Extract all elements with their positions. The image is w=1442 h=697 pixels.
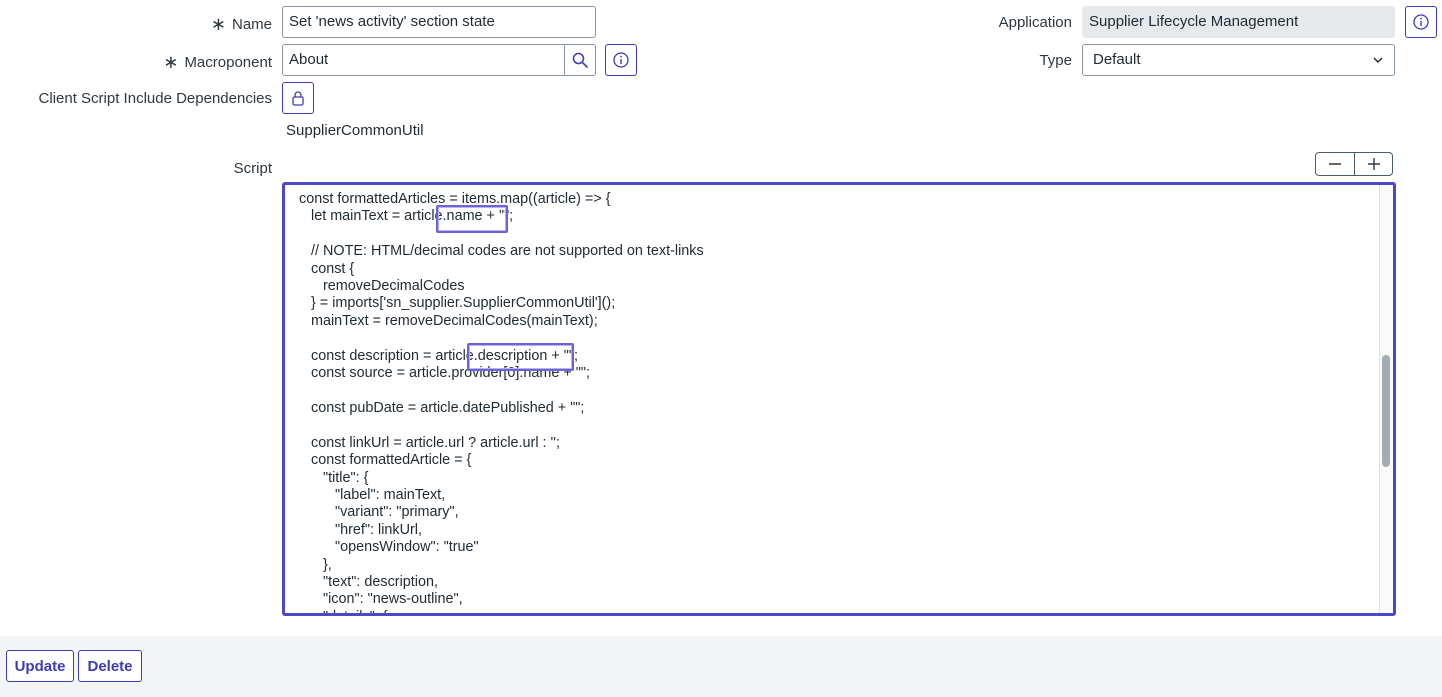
highlight-name-expression	[436, 205, 508, 233]
code-line: const linkUrl = article.url ? article.ur…	[299, 434, 561, 451]
application-info-button[interactable]	[1405, 6, 1437, 38]
code-line: "title": {	[299, 469, 369, 486]
type-selected-value: Default	[1093, 51, 1141, 68]
zoom-out-button[interactable]	[1316, 153, 1354, 175]
code-line: "href": linkUrl,	[299, 521, 422, 538]
macroponent-search-button[interactable]	[564, 44, 596, 76]
type-label: Type	[1039, 52, 1072, 69]
required-marker: ∗	[210, 14, 226, 34]
search-icon	[572, 52, 588, 68]
code-line: } = imports['sn_supplier.SupplierCommonU…	[299, 295, 616, 312]
lock-icon	[292, 91, 304, 106]
dependency-item: SupplierCommonUtil	[286, 122, 424, 139]
code-line: // NOTE: HTML/decimal codes are not supp…	[299, 243, 704, 260]
application-label: Application	[998, 14, 1072, 31]
code-line: const pubDate = article.datePublished + …	[299, 399, 585, 416]
required-marker: ∗	[163, 52, 179, 72]
info-icon	[613, 52, 629, 68]
plus-icon	[1367, 158, 1380, 170]
editor-zoom-controls	[1315, 152, 1393, 176]
dependencies-label: Client Script Include Dependencies	[38, 90, 272, 107]
type-select[interactable]: Default	[1082, 44, 1395, 76]
code-line: const formattedArticle = {	[299, 452, 472, 469]
code-line: },	[299, 556, 332, 573]
minus-icon	[1329, 163, 1341, 165]
code-line: const {	[299, 260, 355, 277]
editor-scrollbar-thumb[interactable]	[1382, 355, 1390, 467]
chevron-down-icon	[1373, 57, 1383, 63]
macroponent-label: ∗ Macroponent	[163, 52, 272, 72]
code-line: "icon": "news-outline",	[299, 591, 463, 608]
application-field: Supplier Lifecycle Management	[1082, 6, 1395, 38]
code-line: mainText = removeDecimalCodes(mainText);	[299, 312, 598, 329]
highlight-description-expression	[467, 343, 574, 371]
script-code[interactable]: const formattedArticles = items.map((art…	[299, 191, 704, 613]
editor-scrollbar[interactable]	[1379, 185, 1393, 613]
code-line: "details": {	[299, 609, 704, 613]
update-button[interactable]: Update	[6, 650, 74, 682]
info-icon	[1413, 14, 1429, 30]
code-line: "text": description,	[299, 573, 438, 590]
script-label: Script	[233, 160, 272, 177]
code-line: removeDecimalCodes	[299, 278, 465, 295]
name-input[interactable]: Set 'news activity' section state	[282, 6, 596, 38]
name-label: ∗ Name	[210, 14, 272, 34]
macroponent-input[interactable]: About	[282, 44, 566, 76]
zoom-in-button[interactable]	[1354, 153, 1392, 175]
code-line: "variant": "primary",	[299, 504, 459, 521]
dependencies-lock-button[interactable]	[282, 82, 314, 114]
delete-button[interactable]: Delete	[78, 650, 142, 682]
form-footer: Update Delete	[0, 636, 1442, 697]
code-line: "opensWindow": "true"	[299, 539, 479, 556]
script-editor[interactable]: const formattedArticles = items.map((art…	[282, 182, 1396, 616]
code-line: "label": mainText,	[299, 486, 446, 503]
macroponent-info-button[interactable]	[605, 44, 637, 76]
